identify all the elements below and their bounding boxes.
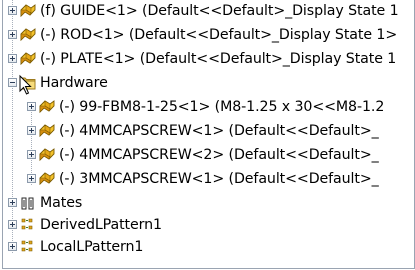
tree-item-label: Hardware (40, 75, 108, 91)
tree-item-label: (-) 99-FBM8-1-25<1> (M8-1.25 x 30<<M8-1.… (59, 99, 385, 115)
tree-item-label: Mates (40, 195, 83, 211)
tree-item-label: (f) GUIDE<1> (Default<<Default>_Display … (40, 3, 399, 19)
tree-item-label: (-) ROD<1> (Default<<Default>_Display St… (40, 27, 398, 43)
expand-toggle-icon[interactable] (27, 126, 36, 135)
expand-toggle-icon[interactable] (8, 198, 17, 207)
expand-toggle-icon[interactable] (8, 6, 17, 15)
expand-toggle-icon[interactable] (8, 54, 17, 63)
part-icon (38, 122, 56, 140)
part-icon (38, 170, 56, 188)
tree-item-mates[interactable]: Mates (3, 191, 414, 215)
folder-icon (19, 74, 37, 92)
expand-toggle-icon[interactable] (8, 30, 17, 39)
part-icon (38, 98, 56, 116)
expand-toggle-icon[interactable] (8, 220, 17, 229)
tree-item-3mmcapscrew[interactable]: (-) 3MMCAPSCREW<1> (Default<<Default>_ (3, 167, 414, 191)
tree-item-label: DerivedLPattern1 (40, 217, 162, 233)
tree-item-4mmcapscrew[interactable]: (-) 4MMCAPSCREW<2> (Default<<Default>_ (3, 143, 414, 167)
mates-icon (19, 194, 37, 212)
collapse-toggle-icon[interactable] (8, 78, 17, 87)
tree-item-hardware[interactable]: Hardware (3, 71, 414, 95)
tree-item-rod[interactable]: (-) ROD<1> (Default<<Default>_Display St… (3, 23, 414, 47)
tree-item-4mmcapscrew[interactable]: (-) 4MMCAPSCREW<1> (Default<<Default>_ (3, 119, 414, 143)
tree-item-label: (-) 3MMCAPSCREW<1> (Default<<Default>_ (59, 171, 379, 187)
part-icon (19, 26, 37, 44)
part-icon (38, 146, 56, 164)
expand-toggle-icon[interactable] (27, 102, 36, 111)
tree-item-label: (-) 4MMCAPSCREW<1> (Default<<Default>_ (59, 123, 379, 139)
tree-item-locallpattern1[interactable]: LocalLPattern1 (3, 235, 414, 259)
expand-toggle-icon[interactable] (8, 242, 17, 251)
expand-toggle-icon[interactable] (27, 174, 36, 183)
tree-item-label: LocalLPattern1 (40, 239, 144, 255)
tree-item-guide[interactable]: (f) GUIDE<1> (Default<<Default>_Display … (3, 0, 414, 23)
part-icon (19, 50, 37, 68)
feature-manager-tree: (f) GUIDE<1> (Default<<Default>_Display … (2, 0, 415, 269)
pattern-icon (19, 216, 37, 234)
tree-item-99-fbm8-1-25[interactable]: (-) 99-FBM8-1-25<1> (M8-1.25 x 30<<M8-1.… (3, 95, 414, 119)
tree-item-label: (-) PLATE<1> (Default<<Default>_Display … (40, 51, 397, 67)
expand-toggle-icon[interactable] (27, 150, 36, 159)
tree-item-plate[interactable]: (-) PLATE<1> (Default<<Default>_Display … (3, 47, 414, 71)
part-icon (19, 2, 37, 20)
tree-item-label: (-) 4MMCAPSCREW<2> (Default<<Default>_ (59, 147, 379, 163)
tree-item-derivedlpattern1[interactable]: DerivedLPattern1 (3, 213, 414, 237)
pattern-icon (19, 238, 37, 256)
